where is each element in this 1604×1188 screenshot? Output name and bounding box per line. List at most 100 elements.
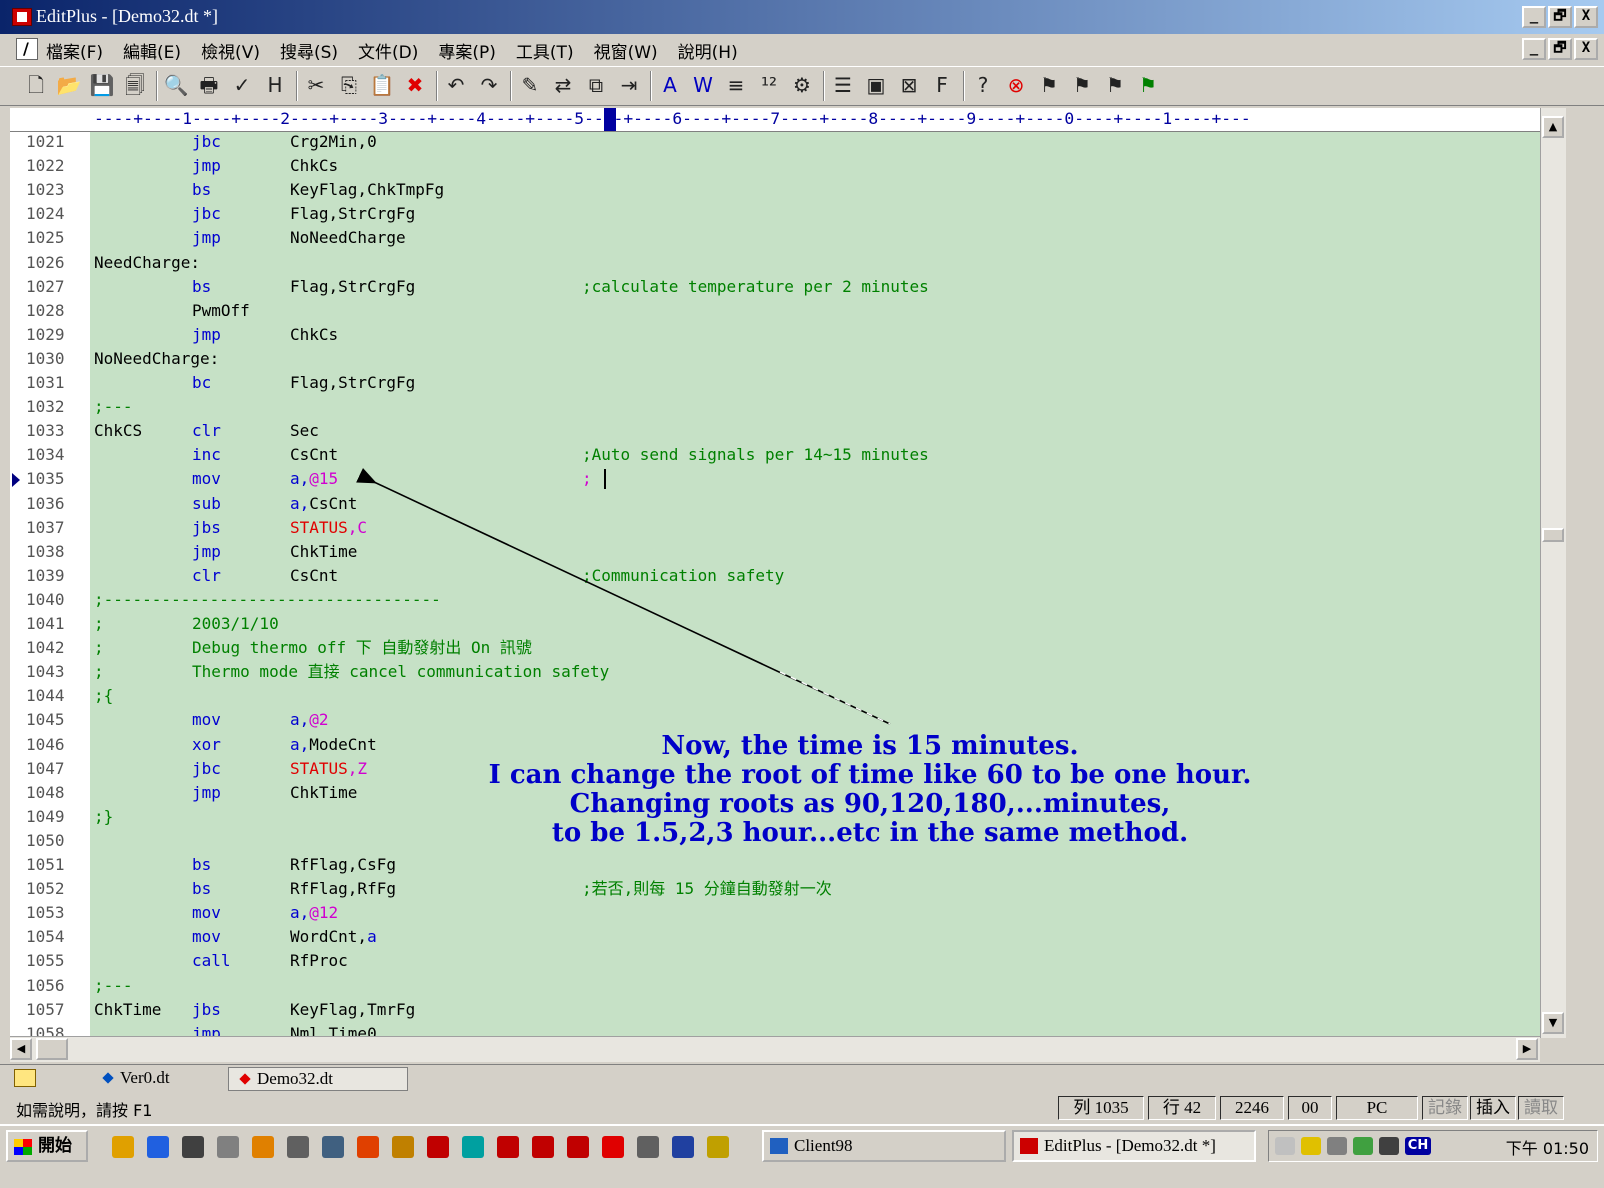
app4-icon[interactable] (462, 1136, 484, 1158)
menu-help[interactable]: 說明(H) (678, 38, 738, 63)
scroll-up-button[interactable]: ▲ (1542, 116, 1564, 138)
frame4-icon[interactable]: F (928, 71, 956, 99)
print-icon[interactable]: 🖶 (195, 71, 223, 99)
app3-icon[interactable] (427, 1136, 449, 1158)
folder-icon[interactable] (14, 1069, 36, 1087)
notepad-icon[interactable] (217, 1136, 239, 1158)
save-icon[interactable]: 💾 (88, 71, 116, 99)
doc-close-button[interactable]: X (1574, 38, 1598, 60)
menu-file[interactable]: 檔案(F) (46, 38, 103, 63)
app-icon[interactable] (322, 1136, 344, 1158)
menu-window[interactable]: 視窗(W) (594, 38, 658, 63)
ime-indicator[interactable]: CH (1405, 1137, 1431, 1155)
scroll-right-button[interactable]: ▶ (1516, 1038, 1538, 1060)
window-title: EditPlus - [Demo32.dt *] (36, 6, 218, 26)
copy-icon[interactable]: ⎘ (335, 71, 363, 99)
tab-label: Demo32.dt (257, 1069, 334, 1088)
winrar-icon[interactable] (357, 1136, 379, 1158)
bookmark1-icon[interactable]: ⚑ (1035, 71, 1063, 99)
app9-icon[interactable] (637, 1136, 659, 1158)
print-preview-icon[interactable]: 🔍 (162, 71, 190, 99)
status-insert[interactable]: 插入 (1470, 1096, 1516, 1120)
doc-minimize-button[interactable]: _ (1522, 38, 1546, 60)
tab-ver0[interactable]: Ver0.dt (92, 1067, 224, 1091)
hscroll-thumb[interactable] (36, 1038, 68, 1060)
paste-icon[interactable]: 📋 (368, 71, 396, 99)
ruler-cursor-marker (604, 108, 616, 131)
desktop-icon[interactable] (112, 1136, 134, 1158)
config-icon[interactable]: ⚙ (788, 71, 816, 99)
save-all-icon[interactable]: 🗐 (121, 71, 149, 99)
indent-icon[interactable]: ⇥ (615, 71, 643, 99)
horizontal-scrollbar[interactable]: ◀ ▶ (10, 1036, 1540, 1062)
status-total-lines: 2246 (1220, 1096, 1284, 1120)
search-icon[interactable] (707, 1136, 729, 1158)
volume-icon[interactable] (1275, 1137, 1295, 1155)
status-file-format[interactable]: PC (1336, 1096, 1418, 1120)
scroll-thumb[interactable] (1542, 528, 1564, 542)
close-button[interactable]: X (1574, 6, 1598, 28)
linenumber-icon[interactable]: ≡ (722, 71, 750, 99)
menu-edit[interactable]: 編輯(E) (123, 38, 181, 63)
bookmark2-icon[interactable]: ⚑ (1068, 71, 1096, 99)
columnmark-icon[interactable]: ¹² (755, 71, 783, 99)
undo-icon[interactable]: ↶ (442, 71, 470, 99)
minimize-button[interactable]: _ (1522, 6, 1546, 28)
tray-app2-icon[interactable] (1353, 1137, 1373, 1155)
wordwrap-icon[interactable]: W (689, 71, 717, 99)
app7-icon[interactable] (567, 1136, 589, 1158)
menu-view[interactable]: 檢視(V) (201, 38, 260, 63)
clipboard-icon[interactable]: ⧉ (582, 71, 610, 99)
start-label: 開始 (38, 1136, 72, 1156)
menu-tools[interactable]: 工具(T) (516, 38, 574, 63)
network-icon[interactable] (1301, 1137, 1321, 1155)
outlook-icon[interactable] (182, 1136, 204, 1158)
start-button[interactable]: 開始 (6, 1130, 88, 1162)
editplus-app-icon[interactable] (12, 8, 32, 26)
new-file-icon[interactable]: 🗋 (22, 71, 50, 99)
html-icon[interactable]: H (261, 71, 289, 99)
select-icon[interactable]: ✎ (516, 71, 544, 99)
tab-demo32[interactable]: Demo32.dt (228, 1067, 408, 1091)
tray-app-icon[interactable] (1327, 1137, 1347, 1155)
task-editplus[interactable]: EditPlus - [Demo32.dt *] (1012, 1130, 1256, 1162)
cut-icon[interactable]: ✂ (302, 71, 330, 99)
app2-icon[interactable] (392, 1136, 414, 1158)
frame1-icon[interactable]: ☰ (829, 71, 857, 99)
ie-icon[interactable] (147, 1136, 169, 1158)
system-tray: CH 下午 01:50 (1268, 1130, 1598, 1162)
document-icon[interactable] (16, 38, 38, 60)
flag-icon[interactable]: ⚑ (1134, 71, 1162, 99)
doc-restore-button[interactable]: 🗗 (1548, 38, 1572, 60)
help-cursor-icon[interactable]: ? (969, 71, 997, 99)
scroll-down-button[interactable]: ▼ (1542, 1012, 1564, 1034)
status-readonly[interactable]: 讀取 (1518, 1096, 1564, 1120)
menu-document[interactable]: 文件(D) (358, 38, 418, 63)
redo-icon[interactable]: ↷ (475, 71, 503, 99)
open-icon[interactable]: 📂 (55, 71, 83, 99)
restore-button[interactable]: 🗗 (1548, 6, 1572, 28)
editor-area[interactable]: 1021 jbc Crg2Min,0 1022 jmp ChkCs 1023 bs KeyFla… (10, 132, 1540, 1036)
media-icon[interactable] (252, 1136, 274, 1158)
scroll-left-button[interactable]: ◀ (10, 1038, 32, 1060)
explorer-icon[interactable] (287, 1136, 309, 1158)
replace-icon[interactable]: ⇄ (549, 71, 577, 99)
task-label: EditPlus - [Demo32.dt *] (1044, 1136, 1216, 1155)
app5-icon[interactable] (497, 1136, 519, 1158)
vertical-scrollbar[interactable]: ▲ ▼ (1540, 108, 1566, 1038)
frame2-icon[interactable]: ▣ (862, 71, 890, 99)
font-icon[interactable]: A (656, 71, 684, 99)
frame3-icon[interactable]: ⊠ (895, 71, 923, 99)
bookmark3-icon[interactable]: ⚑ (1101, 71, 1129, 99)
app8-icon[interactable] (602, 1136, 624, 1158)
document-tabs: Ver0.dt Demo32.dt (0, 1064, 1604, 1092)
menu-search[interactable]: 搜尋(S) (280, 38, 338, 63)
app6-icon[interactable] (532, 1136, 554, 1158)
menu-project[interactable]: 專案(P) (438, 38, 496, 63)
calc-icon[interactable] (672, 1136, 694, 1158)
task-client98[interactable]: Client98 (762, 1130, 1006, 1162)
delete-icon[interactable]: ✖ (401, 71, 429, 99)
tray-app3-icon[interactable] (1379, 1137, 1399, 1155)
stop-icon[interactable]: ⊗ (1002, 71, 1030, 99)
spellcheck-icon[interactable]: ✓ (228, 71, 256, 99)
